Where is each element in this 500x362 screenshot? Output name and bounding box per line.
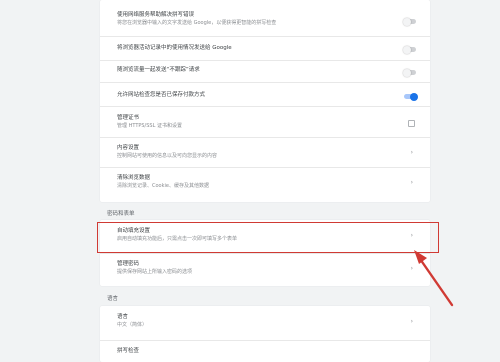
arrow-head: [414, 250, 427, 264]
annotation-arrow-icon: [414, 250, 454, 307]
settings-page: 使用网络服务帮助解决拼写错误 将您在浏览器中输入的文字发送给 Google，以便…: [0, 0, 500, 362]
arrow-shaft: [416, 254, 454, 307]
